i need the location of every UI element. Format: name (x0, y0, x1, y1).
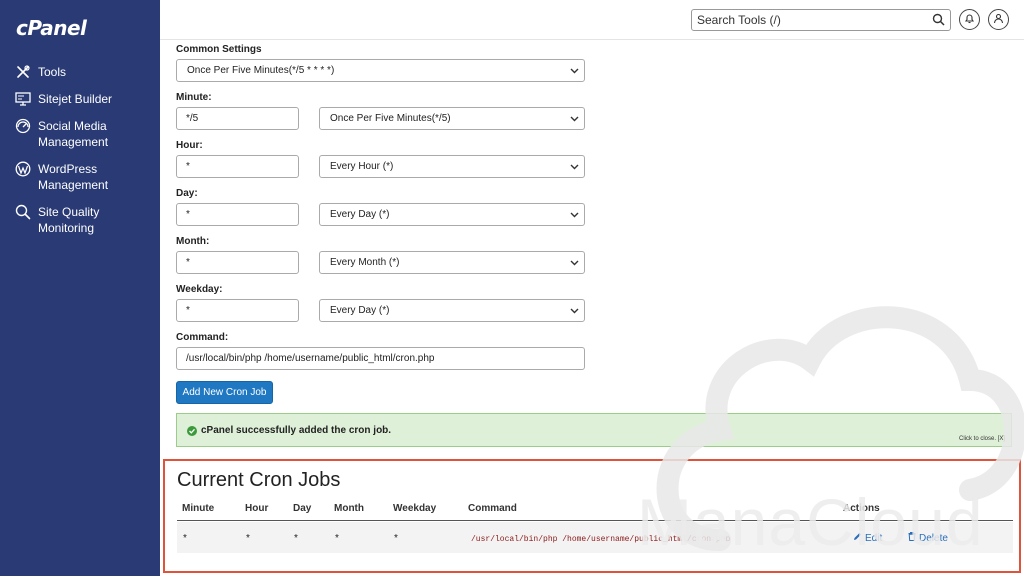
cell-command: /usr/local/bin/php /home/username/public… (471, 535, 731, 544)
wordpress-icon (14, 161, 32, 177)
chevron-down-icon (570, 210, 579, 222)
pencil-icon (853, 532, 862, 544)
month-select[interactable]: Every Month (*) (319, 251, 585, 274)
column-header-minute: Minute (182, 503, 215, 514)
chevron-down-icon (570, 66, 579, 78)
select-value: Every Hour (*) (330, 161, 394, 172)
column-header-actions: Actions (843, 503, 880, 514)
column-header-month: Month (334, 503, 364, 514)
sidebar-item-label: Site Quality Monitoring (38, 205, 100, 235)
day-select[interactable]: Every Day (*) (319, 203, 585, 226)
chevron-down-icon (570, 162, 579, 174)
top-bar (160, 0, 1024, 40)
search-input[interactable] (692, 10, 922, 30)
month-input[interactable]: * (176, 251, 299, 274)
main-content: Common Settings Once Per Five Minutes(*/… (160, 40, 1024, 576)
sidebar-item-label: Sitejet Builder (38, 92, 113, 106)
hour-label: Hour: (176, 140, 203, 151)
search-icon[interactable] (932, 13, 945, 31)
month-label: Month: (176, 236, 210, 247)
column-header-day: Day (293, 503, 312, 514)
delete-label: Delete (919, 532, 948, 544)
hour-input[interactable]: * (176, 155, 299, 178)
select-value: Every Month (*) (330, 257, 400, 268)
select-value: Once Per Five Minutes(*/5 * * * *) (187, 65, 335, 76)
day-input[interactable]: * (176, 203, 299, 226)
chevron-down-icon (570, 114, 579, 126)
sidebar: cPanel Tools Sitejet Builder Social Medi… (0, 0, 160, 576)
chevron-down-icon (570, 306, 579, 318)
trash-icon (908, 532, 916, 544)
alert-message: cPanel successfully added the cron job. (201, 425, 392, 436)
hour-select[interactable]: Every Hour (*) (319, 155, 585, 178)
cell-month: * (335, 533, 339, 544)
success-alert: cPanel successfully added the cron job. … (176, 413, 1012, 447)
minute-label: Minute: (176, 92, 212, 103)
weekday-select[interactable]: Every Day (*) (319, 299, 585, 322)
user-icon (993, 11, 1004, 29)
day-label: Day: (176, 188, 198, 199)
check-circle-icon (187, 426, 197, 436)
add-new-cron-job-button[interactable]: Add New Cron Job (176, 381, 273, 404)
table-header-divider (177, 520, 1013, 521)
common-settings-select[interactable]: Once Per Five Minutes(*/5 * * * *) (176, 59, 585, 82)
sidebar-item-site-quality[interactable]: Site Quality Monitoring (14, 204, 99, 236)
select-value: Every Day (*) (330, 305, 390, 316)
command-input[interactable]: /usr/local/bin/php /home/username/public… (176, 347, 585, 370)
user-menu-button[interactable] (988, 9, 1009, 30)
cell-hour: * (246, 533, 250, 544)
monitor-icon (14, 91, 32, 107)
column-header-hour: Hour (245, 503, 269, 514)
edit-link[interactable]: Edit (853, 532, 882, 544)
chevron-down-icon (570, 258, 579, 270)
sidebar-item-sitejet[interactable]: Sitejet Builder (14, 91, 112, 107)
alert-close-link[interactable]: Click to close. [X] (959, 436, 1005, 442)
common-settings-label: Common Settings (176, 44, 262, 55)
weekday-input[interactable]: * (176, 299, 299, 322)
gauge-icon (14, 118, 32, 134)
select-value: Once Per Five Minutes(*/5) (330, 113, 451, 124)
cpanel-logo[interactable]: cPanel (16, 16, 87, 40)
sidebar-item-label: WordPress Management (38, 162, 109, 192)
edit-label: Edit (865, 532, 883, 544)
cell-weekday: * (394, 533, 398, 544)
sidebar-item-wordpress[interactable]: WordPress Management (14, 161, 108, 193)
sidebar-item-social-media[interactable]: Social Media Management (14, 118, 108, 150)
cell-minute: * (183, 533, 187, 544)
column-header-weekday: Weekday (393, 503, 437, 514)
delete-link[interactable]: Delete (908, 532, 948, 544)
select-value: Every Day (*) (330, 209, 390, 220)
tools-icon (14, 64, 32, 80)
cell-day: * (294, 533, 298, 544)
minute-select[interactable]: Once Per Five Minutes(*/5) (319, 107, 585, 130)
column-header-command: Command (468, 503, 517, 514)
section-title: Current Cron Jobs (177, 469, 341, 491)
current-cron-jobs-panel: Current Cron Jobs Minute Hour Day Month … (163, 459, 1021, 573)
command-label: Command: (176, 332, 229, 343)
sidebar-item-label: Social Media Management (38, 119, 109, 149)
minute-input[interactable]: */5 (176, 107, 299, 130)
weekday-label: Weekday: (176, 284, 223, 295)
sidebar-item-tools[interactable]: Tools (14, 64, 66, 80)
search-icon (14, 204, 32, 220)
notifications-button[interactable] (959, 9, 980, 30)
bell-icon (964, 11, 975, 29)
sidebar-item-label: Tools (38, 65, 67, 79)
search-box[interactable] (691, 9, 951, 31)
